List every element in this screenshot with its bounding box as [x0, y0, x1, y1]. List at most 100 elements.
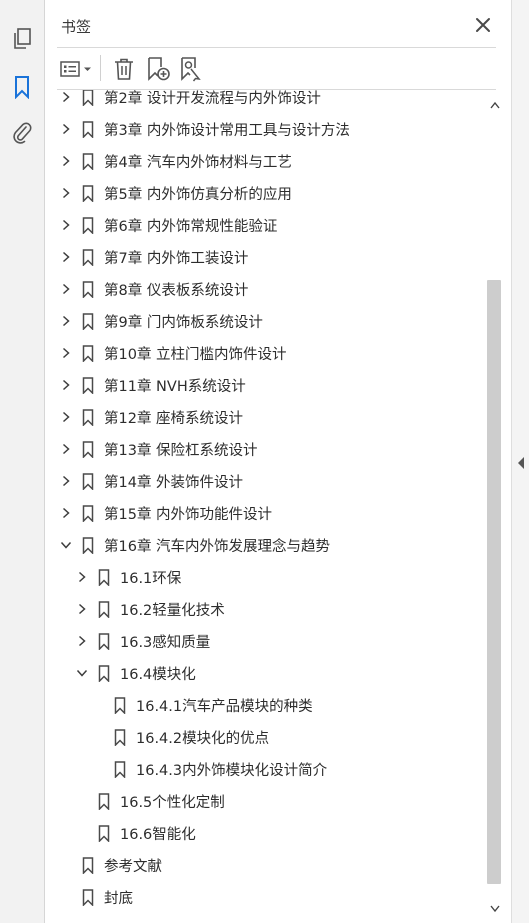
scroll-up-icon[interactable] [486, 98, 503, 112]
bookmark-item-icon [96, 568, 112, 586]
bookmark-label: 封底 [104, 890, 133, 907]
bookmark-row[interactable]: 参考文献 [58, 849, 162, 881]
chevron-right-icon[interactable] [58, 217, 74, 233]
bookmark-label: 第9章 门内饰板系统设计 [104, 314, 263, 331]
bookmark-row[interactable]: 16.4.1汽车产品模块的种类 [90, 689, 313, 721]
attachment-icon[interactable] [8, 118, 36, 146]
bookmark-row[interactable]: 第13章 保险杠系统设计 [58, 433, 258, 465]
chevron-right-icon[interactable] [58, 121, 74, 137]
bookmark-label: 第10章 立柱门槛内饰件设计 [104, 346, 287, 363]
chevron-right-icon[interactable] [58, 505, 74, 521]
collapse-strip[interactable] [511, 0, 529, 923]
bookmark-row[interactable]: 第14章 外装饰件设计 [58, 465, 243, 497]
bookmark-item-icon [80, 152, 96, 170]
delete-icon[interactable] [111, 55, 137, 83]
bookmark-label: 第4章 汽车内外饰材料与工艺 [104, 154, 292, 171]
bookmark-row[interactable]: 第4章 汽车内外饰材料与工艺 [58, 145, 292, 177]
bookmark-row[interactable]: 16.4模块化 [74, 657, 196, 689]
close-icon[interactable] [472, 14, 494, 36]
bookmark-row[interactable]: 16.2轻量化技术 [74, 593, 225, 625]
chevron-right-icon[interactable] [58, 441, 74, 457]
bookmark-row[interactable]: 16.1环保 [74, 561, 181, 593]
chevron-right-icon[interactable] [74, 569, 90, 585]
bookmark-item-icon [80, 248, 96, 266]
bookmark-item-icon [80, 440, 96, 458]
bookmark-item-icon [80, 408, 96, 426]
bookmark-item-icon [96, 792, 112, 810]
bookmark-item-icon [96, 824, 112, 842]
bookmark-item-icon [80, 472, 96, 490]
bookmark-row[interactable]: 16.3感知质量 [74, 625, 210, 657]
chevron-down-icon[interactable] [74, 665, 90, 681]
bookmark-label: 16.4模块化 [120, 666, 196, 683]
bookmark-item-icon [80, 536, 96, 554]
chevron-right-icon[interactable] [58, 281, 74, 297]
bookmark-item-icon [80, 312, 96, 330]
bookmark-row[interactable]: 第12章 座椅系统设计 [58, 401, 243, 433]
bookmark-label: 16.4.1汽车产品模块的种类 [136, 698, 313, 715]
bookmark-row[interactable]: 第9章 门内饰板系统设计 [58, 305, 263, 337]
bookmark-label: 16.6智能化 [120, 826, 196, 843]
chevron-right-icon[interactable] [58, 473, 74, 489]
bookmark-row[interactable]: 第7章 内外饰工装设计 [58, 241, 248, 273]
bookmark-row[interactable]: 第6章 内外饰常规性能验证 [58, 209, 277, 241]
bookmark-row[interactable]: 第15章 内外饰功能件设计 [58, 497, 272, 529]
bookmark-label: 第2章 设计开发流程与内外饰设计 [104, 90, 321, 107]
bookmark-row[interactable]: 第16章 汽车内外饰发展理念与趋势 [58, 529, 330, 561]
bookmark-label: 第16章 汽车内外饰发展理念与趋势 [104, 538, 331, 555]
bookmark-row[interactable]: 16.4.3内外饰模块化设计简介 [90, 753, 327, 785]
scrollbar-thumb[interactable] [487, 280, 501, 884]
bookmark-item-icon [80, 856, 96, 874]
toolbar-separator [100, 55, 101, 81]
chevron-right-icon[interactable] [58, 249, 74, 265]
bookmark-row[interactable]: 第11章 NVH系统设计 [58, 369, 246, 401]
bookmark-row[interactable]: 第3章 内外饰设计常用工具与设计方法 [58, 113, 350, 145]
scrollbar[interactable] [486, 98, 503, 916]
bookmark-row[interactable]: 16.5个性化定制 [74, 785, 225, 817]
add-bookmark-icon[interactable] [144, 55, 172, 83]
chevron-right-icon[interactable] [58, 345, 74, 361]
chevron-right-icon[interactable] [58, 185, 74, 201]
bookmark-label: 第13章 保险杠系统设计 [104, 442, 258, 459]
bookmark-row[interactable]: 第5章 内外饰仿真分析的应用 [58, 177, 292, 209]
bookmark-row[interactable]: 封底 [58, 881, 133, 913]
bookmark-row[interactable]: 16.4.2模块化的优点 [90, 721, 269, 753]
pages-icon[interactable] [8, 25, 36, 53]
bookmark-item-icon [112, 728, 128, 746]
bookmark-icon[interactable] [8, 73, 36, 101]
chevron-right-icon[interactable] [58, 409, 74, 425]
options-menu-icon [60, 61, 91, 77]
collapse-panel-icon[interactable] [516, 455, 526, 469]
panel-title: 书签 [61, 18, 92, 36]
bookmark-row[interactable]: 第2章 设计开发流程与内外饰设计 [58, 90, 321, 113]
bookmark-row[interactable]: 16.6智能化 [74, 817, 196, 849]
bookmark-item-icon [96, 600, 112, 618]
bookmark-item-icon [80, 216, 96, 234]
bookmark-label: 第3章 内外饰设计常用工具与设计方法 [104, 122, 350, 139]
bookmark-search-icon[interactable] [177, 55, 205, 83]
chevron-right-icon[interactable] [58, 377, 74, 393]
bookmark-item-icon [80, 120, 96, 138]
bookmark-row[interactable]: 第10章 立柱门槛内饰件设计 [58, 337, 287, 369]
options-menu-button[interactable] [59, 55, 95, 83]
chevron-right-icon[interactable] [58, 153, 74, 169]
chevron-down-icon[interactable] [58, 537, 74, 553]
chevron-right-icon[interactable] [58, 90, 74, 105]
chevron-right-icon[interactable] [58, 313, 74, 329]
bookmark-label: 16.2轻量化技术 [120, 602, 225, 619]
bookmark-item-icon [80, 504, 96, 522]
chevron-right-icon[interactable] [74, 601, 90, 617]
bookmark-label: 第6章 内外饰常规性能验证 [104, 218, 278, 235]
navigation-rail [0, 0, 45, 923]
bookmark-item-icon [80, 344, 96, 362]
scroll-down-icon[interactable] [486, 902, 503, 916]
chevron-right-icon[interactable] [74, 633, 90, 649]
bookmarks-toolbar [57, 55, 497, 85]
bookmark-item-icon [96, 632, 112, 650]
bookmark-row[interactable]: 第8章 仪表板系统设计 [58, 273, 248, 305]
